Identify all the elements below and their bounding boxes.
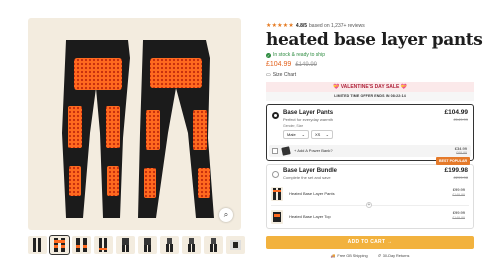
perks-row: 🚚 Free GB Shipping ↺ 30-Day Returns bbox=[266, 253, 474, 259]
thumbnail[interactable] bbox=[204, 236, 223, 254]
option-price: £104.99 bbox=[444, 109, 469, 116]
option-name: Base Layer Bundle bbox=[283, 168, 338, 174]
thumbnail-active[interactable] bbox=[49, 235, 70, 255]
gender-select[interactable]: Male ⌄ bbox=[283, 130, 309, 139]
returns-icon: ↺ bbox=[377, 254, 381, 258]
thumbnail[interactable] bbox=[138, 236, 157, 254]
bundle-item-name: Heated Base Layer Pants bbox=[289, 191, 335, 196]
bundle-item-thumbnail bbox=[271, 210, 283, 224]
bundle-item-price: £99.99 bbox=[452, 210, 465, 215]
bundle-item-was-price: £149.99 bbox=[452, 216, 465, 220]
shipping-perk: 🚚 Free GB Shipping bbox=[330, 253, 368, 259]
zoom-icon[interactable]: ⌕ bbox=[219, 208, 233, 222]
stock-label: In stock & ready to ship bbox=[273, 52, 325, 58]
bundle-item: Heated Base Layer Pants £99.99 £149.99 bbox=[271, 185, 469, 203]
thumbnail[interactable] bbox=[160, 236, 179, 254]
main-product-image[interactable] bbox=[28, 18, 241, 230]
offer-countdown: LIMITED TIME OFFER ENDS IN 08:22:14 bbox=[266, 92, 474, 101]
power-bank-addon[interactable]: + Add A Power Bank? £34.99 £69.99 bbox=[269, 145, 471, 157]
product-title: heated base layer pants bbox=[266, 30, 483, 50]
add-to-cart-button[interactable]: ADD TO CART → bbox=[266, 236, 474, 249]
addon-checkbox[interactable] bbox=[272, 148, 278, 154]
thumbnail-strip bbox=[28, 235, 245, 255]
size-chart-label: Size Chart bbox=[272, 72, 297, 78]
option-subtitle: Complete the set and save bbox=[283, 175, 331, 180]
option-was-price: £149.99 bbox=[453, 117, 468, 122]
thumbnail[interactable] bbox=[28, 236, 47, 254]
option-radio-selected[interactable] bbox=[272, 112, 279, 119]
option-subtitle: Perfect for everyday warmth bbox=[283, 117, 334, 122]
rating-value: 4.8/5 bbox=[295, 22, 308, 29]
bundle-item-was-price: £149.99 bbox=[452, 193, 465, 197]
stock-status: ✓ In stock & ready to ship bbox=[266, 52, 325, 58]
returns-perk: ↺ 30-Day Returns bbox=[377, 253, 410, 259]
valentine-banner: 💝 VALENTINE'S DAY SALE 💝 bbox=[266, 82, 474, 92]
size-select[interactable]: XS ⌄ bbox=[311, 130, 333, 139]
option-price: £199.98 bbox=[444, 167, 469, 174]
option-name: Base Layer Pants bbox=[283, 110, 334, 116]
chevron-down-icon: ⌄ bbox=[325, 132, 329, 137]
size-chart-link[interactable]: ▭ Size Chart bbox=[266, 72, 296, 78]
option-base-layer-pants[interactable]: Base Layer Pants Perfect for everyday wa… bbox=[266, 104, 474, 161]
power-bank-icon bbox=[281, 146, 291, 156]
ruler-icon: ▭ bbox=[266, 72, 271, 78]
truck-icon: 🚚 bbox=[330, 254, 336, 258]
original-price: £149.99 bbox=[295, 62, 318, 68]
option-radio[interactable] bbox=[272, 171, 279, 178]
star-rating-icon: ★★★★★ bbox=[266, 23, 294, 29]
current-price: £104.99 bbox=[266, 61, 292, 68]
bundle-item: Heated Base Layer Top £99.99 £149.99 bbox=[271, 208, 469, 226]
returns-label: 30-Day Returns bbox=[382, 253, 410, 258]
thumbnail[interactable] bbox=[226, 236, 245, 254]
heated-pants-illustration bbox=[62, 40, 214, 218]
review-count[interactable]: based on 1,237+ reviews bbox=[309, 23, 365, 29]
option-base-layer-bundle[interactable]: Base Layer Bundle Complete the set and s… bbox=[266, 164, 474, 229]
size-value: XS bbox=[315, 132, 321, 137]
rating-row: ★★★★★ 4.8/5 based on 1,237+ reviews bbox=[266, 22, 365, 30]
option-was-price: £299.98 bbox=[453, 175, 468, 180]
bundle-item-price: £99.99 bbox=[452, 187, 465, 192]
price-row: £104.99 £149.99 bbox=[266, 61, 317, 68]
best-popular-badge: BEST POPULAR bbox=[436, 157, 471, 165]
bundle-item-name: Heated Base Layer Top bbox=[289, 214, 331, 219]
addon-was-price: £69.99 bbox=[456, 151, 467, 155]
check-circle-icon: ✓ bbox=[266, 52, 271, 58]
addon-label: + Add A Power Bank? bbox=[294, 148, 333, 153]
shipping-label: Free GB Shipping bbox=[337, 253, 368, 258]
thumbnail[interactable] bbox=[116, 236, 135, 254]
bundle-item-thumbnail bbox=[271, 187, 283, 201]
gender-value: Male bbox=[287, 132, 296, 137]
gender-size-label: Gender, Size bbox=[283, 124, 304, 128]
thumbnail[interactable] bbox=[72, 236, 91, 254]
thumbnail[interactable] bbox=[182, 236, 201, 254]
chevron-down-icon: ⌄ bbox=[301, 132, 305, 137]
thumbnail[interactable] bbox=[94, 236, 113, 254]
